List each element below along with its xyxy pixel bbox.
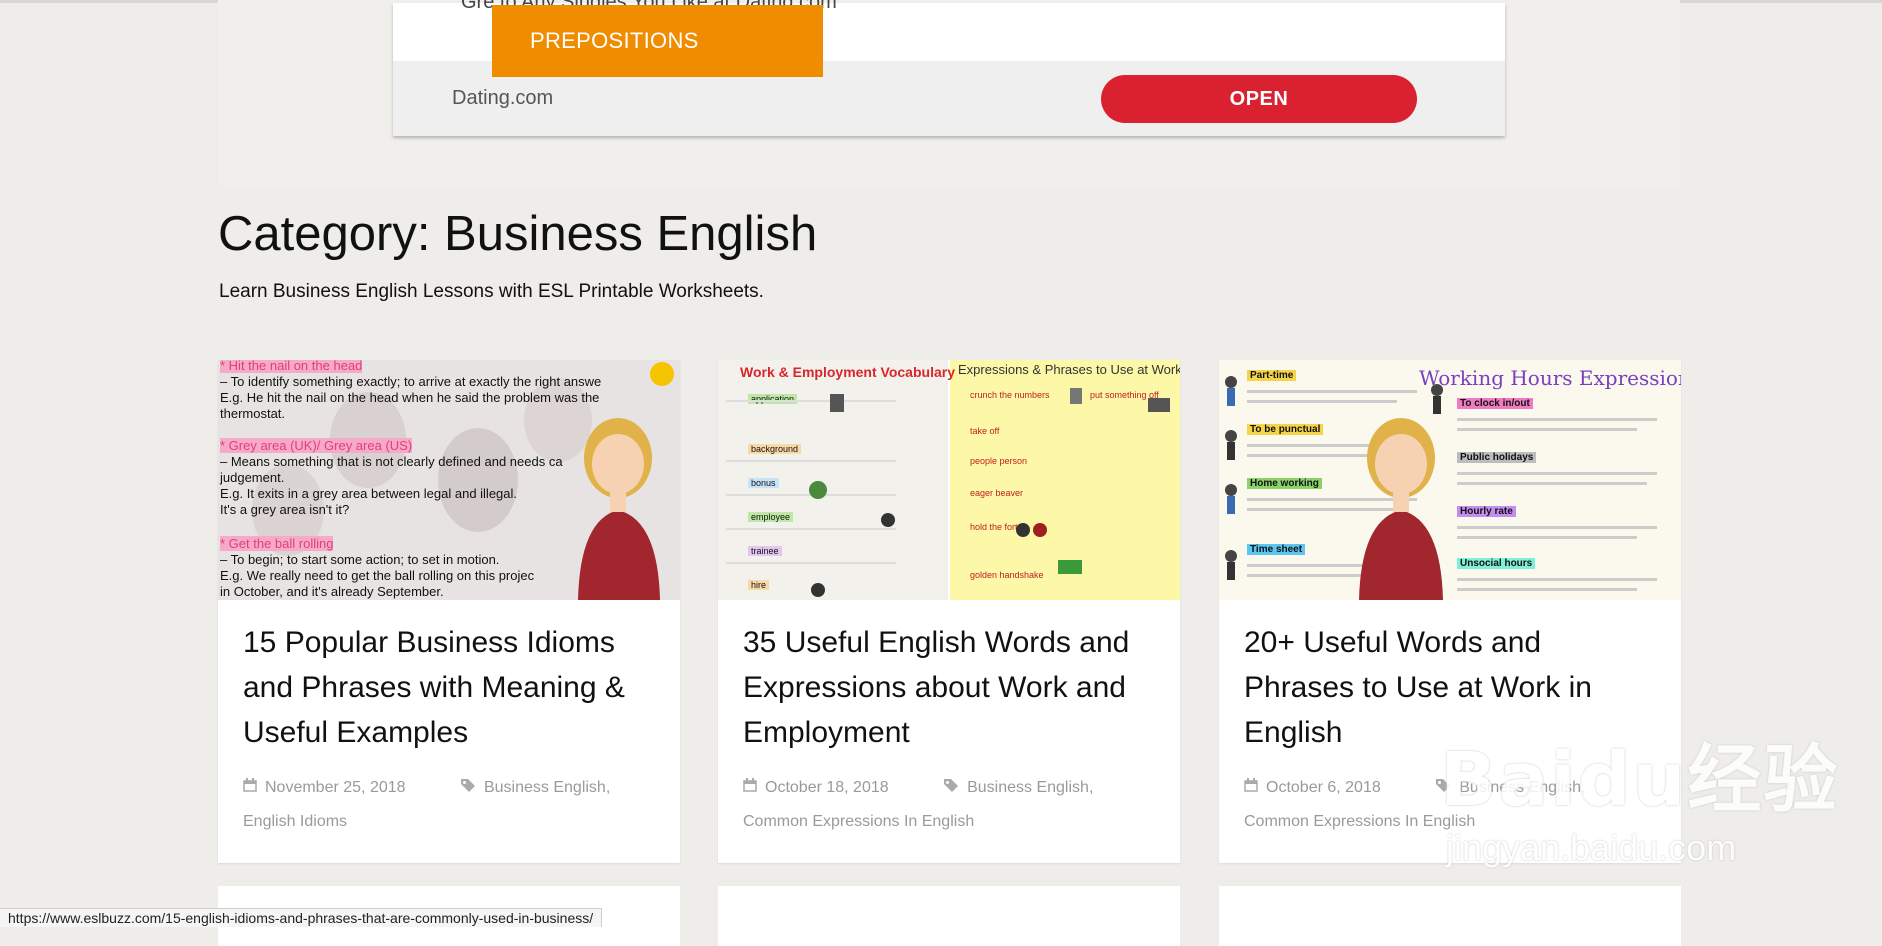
post-meta: November 25, 2018 Business English, Engl… (243, 771, 655, 839)
calendar-icon (743, 771, 757, 805)
post-tag[interactable]: English Idioms (243, 813, 347, 830)
image-line: judgement. (220, 470, 285, 485)
calendar-icon (1244, 771, 1258, 805)
vocab-illustrations (726, 388, 1170, 597)
baidu-watermark: Baidu经验 jingyan.baidu.com (1440, 720, 1839, 869)
post-thumbnail-work-vocabulary[interactable]: Work & Employment Vocabulary Expressions… (718, 360, 1180, 600)
idiom-heading: * Grey area (UK)/ Grey area (US) (220, 438, 413, 453)
post-date[interactable]: October 6, 2018 (1266, 779, 1381, 796)
prepositions-button[interactable]: PREPOSITIONS (492, 5, 823, 77)
ad-brand[interactable]: Dating.com (452, 87, 553, 110)
post-tag[interactable]: Business English, (484, 779, 610, 796)
category-description: Learn Business English Lessons with ESL … (219, 281, 764, 302)
image-line: in October, and it's already September. (220, 584, 444, 599)
post-date[interactable]: November 25, 2018 (265, 779, 406, 796)
image-line: E.g. It exits in a grey area between leg… (220, 486, 518, 501)
post-title[interactable]: 35 Useful English Words and Expressions … (743, 620, 1155, 755)
post-card[interactable]: * Hit the nail on the head – To identify… (218, 360, 680, 864)
image-line: E.g. He hit the nail on the head when he… (220, 390, 600, 405)
post-date[interactable]: October 18, 2018 (765, 779, 889, 796)
status-bar-url: https://www.eslbuzz.com/15-english-idiom… (0, 908, 603, 927)
idiom-heading: * Get the ball rolling (220, 536, 334, 551)
tags-icon (943, 771, 959, 805)
post-title[interactable]: 15 Popular Business Idioms and Phrases w… (243, 620, 655, 755)
image-line: – To identify something exactly; to arri… (220, 374, 602, 389)
post-tag[interactable]: Business English, (967, 779, 1093, 796)
post-card-partial[interactable] (718, 886, 1180, 946)
watermark-url: jingyan.baidu.com (1446, 827, 1737, 868)
post-card-partial[interactable] (1219, 886, 1681, 946)
watermark-logo-text: Baidu经验 (1440, 737, 1840, 823)
image-line: – Means something that is not clearly de… (220, 454, 563, 469)
ad-open-button[interactable]: OPEN (1101, 75, 1417, 123)
image-line: – To begin; to start some action; to set… (220, 552, 500, 567)
image-line: It's a grey area isn't it? (220, 502, 350, 517)
post-thumbnail-idioms[interactable]: * Hit the nail on the head – To identify… (218, 360, 680, 600)
tags-icon (460, 771, 476, 805)
idiom-heading: * Hit the nail on the head (220, 360, 363, 373)
teacher-illustration (578, 362, 674, 600)
image-line: E.g. We really need to get the ball roll… (220, 568, 535, 583)
post-card[interactable]: Work & Employment Vocabulary Expressions… (718, 360, 1180, 864)
page-title: Category: Business English (218, 207, 818, 261)
working-hours-illustrations (1225, 376, 1657, 600)
calendar-icon (243, 771, 257, 805)
post-tag[interactable]: Common Expressions In English (743, 813, 974, 830)
image-line: thermostat. (220, 406, 286, 421)
post-thumbnail-working-hours[interactable]: Working Hours Expressions Part-time To b… (1219, 360, 1681, 600)
post-meta: October 18, 2018 Business English, Commo… (743, 771, 1155, 839)
